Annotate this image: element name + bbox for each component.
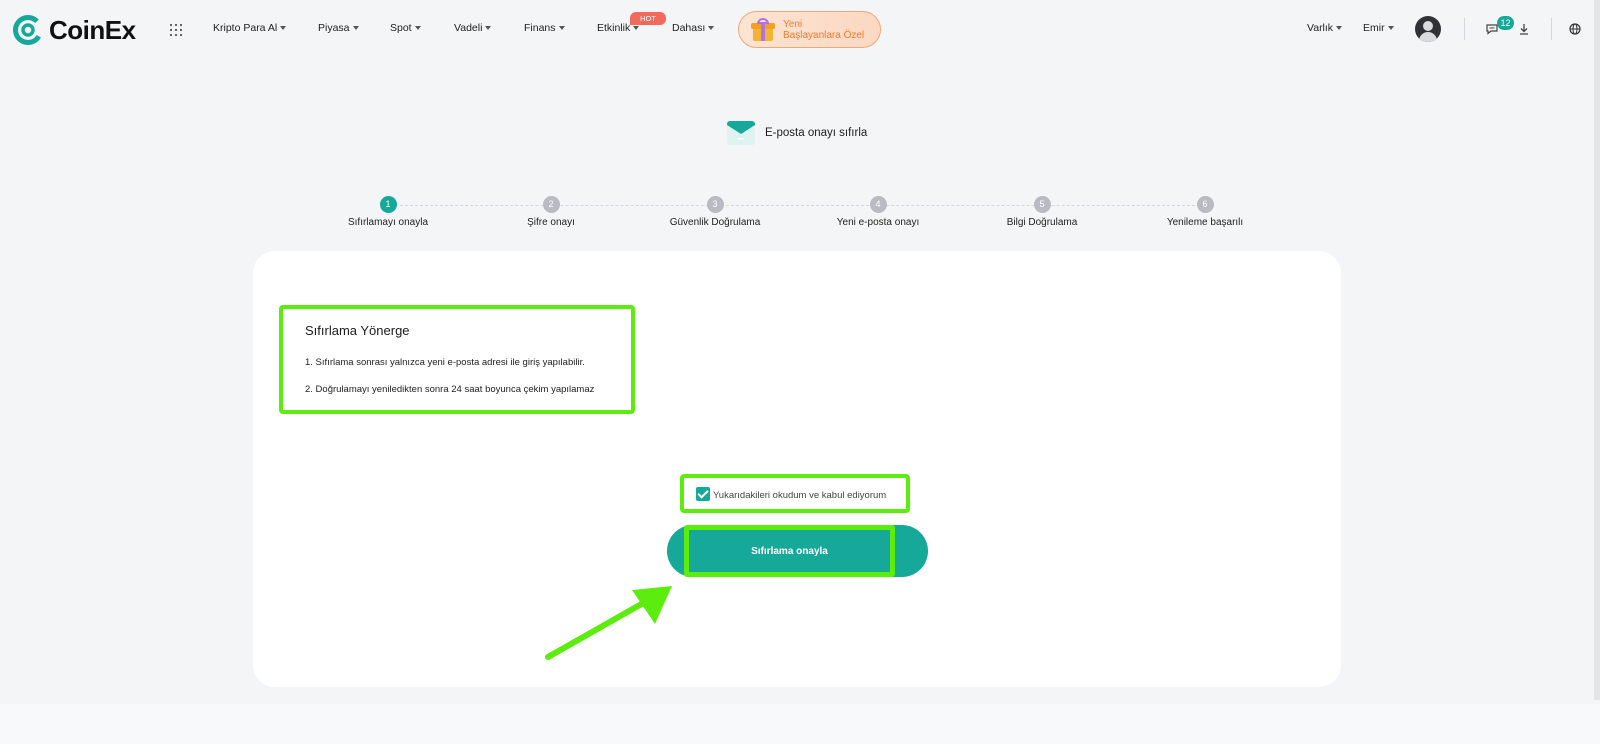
guide-item: 2. Doğrulamayı yeniledikten sonra 24 saa… [305,384,595,395]
nav-spot[interactable]: Spot [390,22,421,34]
guide-title: Sıfırlama Yönerge [305,323,410,338]
chevron-down-icon [352,26,359,30]
divider [1464,18,1465,40]
step-1: 1 Sıfırlamayı onayla [308,196,468,228]
step-number: 6 [1196,196,1214,213]
nav-finance[interactable]: Finans [524,22,565,34]
step-label: Sıfırlamayı onayla [347,217,429,228]
chevron-down-icon [1387,26,1394,30]
step-4: 4 Yeni e-posta onayı [798,196,958,228]
nav-label: Spot [390,22,412,34]
step-label: Yeni e-posta onayı [836,217,920,228]
chevron-down-icon [708,26,715,30]
chevron-down-icon [558,26,565,30]
nav-label: Dahası [672,22,706,34]
reset-guide: Sıfırlama Yönerge 1. Sıfırlama sonrası y… [279,305,635,414]
nav-label: Etkinlik [597,22,631,34]
globe-icon[interactable] [1568,22,1582,36]
guide-item: 1. Sıfırlama sonrası yalnızca yeni e-pos… [305,357,585,368]
confirm-reset-button-label-area[interactable]: Sıfırlama onayla [684,525,895,577]
step-number: 3 [706,196,724,213]
promo-line2: Başlayanlara Özel [783,29,865,41]
chevron-down-icon [633,26,640,30]
top-navbar: CoinEx Kripto Para Al Piyasa Spot Vadeli… [0,0,1600,58]
promo-line1: Yeni [783,18,803,30]
step-label: Şifre onayı [527,217,575,228]
notification-badge: 12 [1497,16,1514,30]
page-header: E-posta onayı sıfırla [727,121,867,145]
step-number: 5 [1033,196,1051,213]
step-label: Yenileme başarılı [1166,217,1244,228]
agreement-label: Yukarıdakileri okudum ve kabul ediyorum [713,489,887,501]
step-3: 3 Güvenlik Doğrulama [635,196,795,228]
scrollbar[interactable] [1594,0,1600,700]
chevron-down-icon [414,26,421,30]
nav-label: Kripto Para Al [213,22,278,34]
nav-more[interactable]: Dahası [672,22,715,34]
promo-text: Yeni Başlayanlara Özel [783,19,864,41]
nav-label: Finans [524,22,556,34]
footer-strip [0,704,1600,744]
step-label: Bilgi Doğrulama [1006,217,1078,228]
step-number: 2 [542,196,560,213]
step-2: 2 Şifre onayı [471,196,631,228]
chevron-down-icon [485,26,492,30]
beginner-promo-button[interactable]: Yeni Başlayanlara Özel [738,11,881,48]
agreement-checkbox-row[interactable]: Yukarıdakileri okudum ve kabul ediyorum [680,474,910,513]
chevron-down-icon [280,26,287,30]
nav-label: Vadeli [454,22,483,34]
nav-label: Varlık [1307,22,1334,34]
nav-buy-crypto[interactable]: Kripto Para Al [213,22,287,34]
mail-icon [727,121,755,145]
coinex-logo-icon [12,14,43,45]
confirm-reset-label: Sıfırlama onayla [751,545,828,557]
page-title: E-posta onayı sıfırla [765,127,868,139]
step-6: 6 Yenileme başarılı [1125,196,1285,228]
nav-label: Emir [1363,22,1385,34]
page: CoinEx Kripto Para Al Piyasa Spot Vadeli… [0,0,1600,744]
download-icon[interactable] [1517,22,1531,36]
divider [1551,18,1552,40]
step-label: Güvenlik Doğrulama [669,217,761,228]
agreement-checkbox[interactable] [696,486,710,501]
chevron-down-icon [1336,26,1343,30]
nav-label: Piyasa [318,22,350,34]
hot-badge: HOT [630,12,666,25]
apps-grid-icon[interactable] [170,24,182,36]
gift-icon [751,17,775,42]
nav-market[interactable]: Piyasa [318,22,359,34]
step-number: 4 [869,196,887,213]
step-number: 1 [379,196,397,213]
step-indicator: 1 Sıfırlamayı onayla 2 Şifre onayı 3 Güv… [0,196,1600,232]
avatar-icon[interactable] [1415,16,1441,42]
logo[interactable]: CoinEx [12,14,136,46]
nav-assets[interactable]: Varlık [1307,22,1343,34]
logo-text: CoinEx [49,15,136,45]
nav-orders[interactable]: Emir [1363,22,1394,34]
nav-futures[interactable]: Vadeli [454,22,492,34]
arrow-icon [545,586,672,660]
step-5: 5 Bilgi Doğrulama [962,196,1122,228]
